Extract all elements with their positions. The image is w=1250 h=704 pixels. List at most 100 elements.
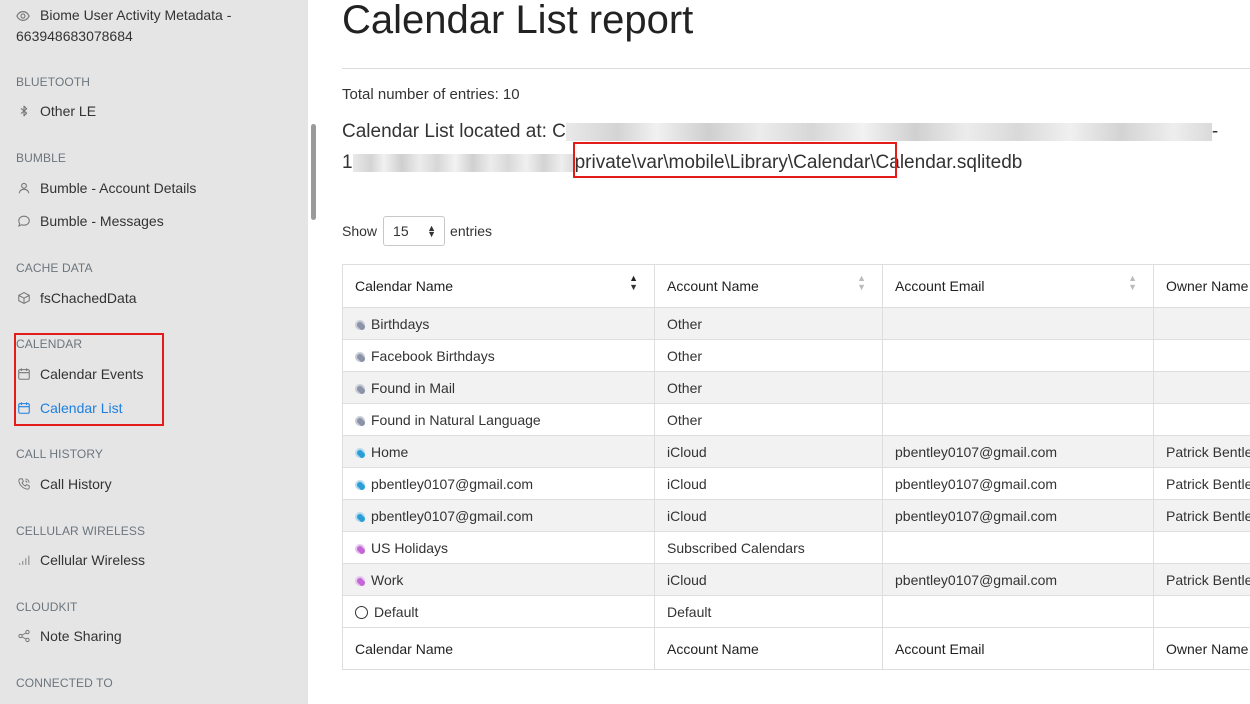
table-row[interactable]: Work iCloud pbentley0107@gmail.com Patrick …	[342, 563, 1250, 596]
section-heading-cache-data: CACHE DATA	[16, 261, 93, 275]
table-cell-account: iCloud	[654, 435, 883, 468]
sidebar-item-label: Note Sharing	[40, 628, 122, 644]
sidebar-item-other-le[interactable]: Other LE	[16, 100, 96, 122]
table-row[interactable]: Found in Mail Other	[342, 371, 1250, 404]
table-cell-text: iCloud	[667, 475, 707, 492]
table-row[interactable]: Home iCloud pbentley0107@gmail.com Patrick …	[342, 435, 1250, 468]
column-header-owner-name[interactable]: Owner Name	[1153, 264, 1250, 308]
table-cell-account: iCloud	[654, 563, 883, 596]
table-cell-name: Default	[342, 595, 655, 628]
table-cell-email: pbentley0107@gmail.com	[882, 499, 1154, 532]
table-row[interactable]: pbentley0107@gmail.com iCloud pbentley0107…	[342, 467, 1250, 500]
section-heading-call-history: CALL HISTORY	[16, 447, 104, 461]
table-cell-text: Other	[667, 411, 703, 428]
column-footer-account-name: Account Name	[654, 627, 883, 670]
column-header-calendar-name[interactable]: Calendar Name ▲ ▼	[342, 264, 655, 308]
table-cell-text: Patrick Bentley	[1166, 507, 1250, 524]
column-footer-account-email: Account Email	[882, 627, 1154, 670]
table-cell-email	[882, 339, 1154, 372]
table-row[interactable]: pbentley0107@gmail.com iCloud pbentley0107…	[342, 499, 1250, 532]
phone-icon	[16, 476, 32, 492]
calendar-color-dot-icon	[355, 479, 365, 490]
table-cell-text: pbentley0107@gmail.com	[895, 443, 1058, 460]
calendar-color-dot-icon	[355, 447, 365, 458]
table-cell-owner	[1153, 371, 1250, 404]
table-cell-email: pbentley0107@gmail.com	[882, 435, 1154, 468]
sort-icon: ▲ ▼	[629, 273, 638, 292]
table-cell-text: Other	[667, 315, 703, 332]
table-cell-text: Work	[371, 571, 404, 588]
table-cell-text: Patrick Bentley	[1166, 475, 1250, 492]
entries-per-page-select[interactable]: 15 ▲ ▼	[383, 216, 446, 246]
sort-icon: ▲ ▼	[857, 273, 866, 292]
table-row[interactable]: US Holidays Subscribed Calendars	[342, 531, 1250, 564]
table-cell-owner	[1153, 307, 1250, 340]
table-cell-text: pbentley0107@gmail.com	[895, 475, 1058, 492]
column-header-account-email[interactable]: Account Email ▲ ▼	[882, 264, 1154, 308]
total-entries-text: Total number of entries: 10	[342, 86, 520, 103]
sidebar-item-label: Other LE	[40, 103, 97, 119]
user-icon	[16, 180, 32, 196]
table-cell-account: Other	[654, 339, 883, 372]
section-heading-bumble: BUMBLE	[16, 151, 66, 165]
share-icon	[16, 628, 32, 644]
column-header-account-name[interactable]: Account Name ▲ ▼	[654, 264, 883, 308]
table-cell-text: Found in Natural Language	[371, 411, 541, 428]
table-cell-text: Other	[667, 379, 703, 396]
table-cell-owner	[1153, 595, 1250, 628]
section-heading-cellular-wireless: CELLULAR WIRELESS	[16, 524, 146, 538]
show-label: Show	[342, 223, 378, 239]
entries-per-page-value: 15	[393, 223, 409, 239]
calendar-list-table: Calendar Name ▲ ▼ Account Name ▲ ▼ Account E…	[342, 264, 1250, 670]
sidebar-item-label: fsChachedData	[40, 290, 137, 306]
sidebar-scrollbar-thumb[interactable]	[311, 124, 316, 220]
table-row[interactable]: Facebook Birthdays Other	[342, 339, 1250, 372]
sidebar-item-cellular-wireless[interactable]: Cellular Wireless	[16, 549, 145, 571]
table-cell-owner: Patrick Bentley	[1153, 499, 1250, 532]
calendar-color-dot-icon	[355, 319, 365, 330]
sidebar-item-bumble-account-details[interactable]: Bumble - Account Details	[16, 177, 196, 199]
sidebar-item-biome-user-activity-metadata[interactable]: Biome User Activity Metadata - 663948683…	[16, 5, 276, 47]
table-row[interactable]: Default Default	[342, 595, 1250, 628]
table-cell-account: Other	[654, 403, 883, 436]
table-cell-text: Birthdays	[371, 315, 430, 332]
empty-circle-icon	[355, 605, 368, 619]
calendar-color-dot-icon	[355, 415, 365, 426]
table-cell-name: pbentley0107@gmail.com	[342, 499, 655, 532]
sidebar-item-note-sharing[interactable]: Note Sharing	[16, 625, 122, 647]
table-cell-email	[882, 595, 1154, 628]
table-cell-name: Facebook Birthdays	[342, 339, 655, 372]
table-cell-text: Patrick Bentley	[1166, 571, 1250, 588]
table-cell-text: Facebook Birthdays	[371, 347, 495, 364]
sidebar-item-label-line2: 663948683078684	[16, 28, 133, 44]
column-header-label: Account Name	[667, 278, 759, 294]
table-cell-email	[882, 531, 1154, 564]
table-cell-text: Other	[667, 347, 703, 364]
table-cell-text: Patrick Bentley	[1166, 443, 1250, 460]
section-heading-connected-to: CONNECTED TO	[16, 676, 113, 690]
entries-label: entries	[450, 223, 493, 239]
table-cell-name: Found in Natural Language	[342, 403, 655, 436]
sidebar-item-label: Bumble - Messages	[40, 213, 164, 229]
table-cell-text: pbentley0107@gmail.com	[371, 475, 534, 492]
sidebar-item-bumble-messages[interactable]: Bumble - Messages	[16, 210, 164, 232]
table-cell-account: Other	[654, 307, 883, 340]
table-row[interactable]: Found in Natural Language Other	[342, 403, 1250, 436]
sidebar-item-call-history[interactable]: Call History	[16, 473, 112, 495]
sidebar-item-label: Biome User Activity Metadata -	[40, 7, 232, 23]
sidebar: Biome User Activity Metadata - 663948683…	[0, 0, 308, 704]
sidebar-item-label: Bumble - Account Details	[40, 180, 197, 196]
table-cell-email	[882, 371, 1154, 404]
eye-icon	[16, 8, 32, 24]
show-entries-control: Show 15 ▲ ▼ entries	[342, 216, 492, 246]
table-cell-email	[882, 307, 1154, 340]
table-cell-text: Subscribed Calendars	[667, 539, 805, 556]
table-cell-owner	[1153, 531, 1250, 564]
sidebar-item-label: Cellular Wireless	[40, 552, 146, 568]
sidebar-item-fschacheddata[interactable]: fsChachedData	[16, 287, 137, 309]
table-row[interactable]: Birthdays Other	[342, 307, 1250, 340]
table-cell-owner	[1153, 403, 1250, 436]
calendar-color-dot-icon	[355, 575, 365, 586]
table-cell-account: iCloud	[654, 499, 883, 532]
calendar-section-highlight-box	[14, 333, 164, 426]
